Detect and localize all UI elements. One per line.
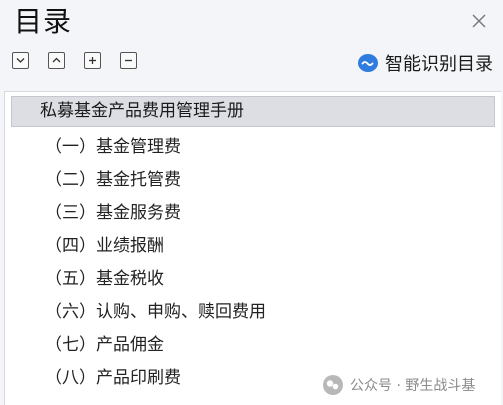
watermark: 公众号 · 野生战斗基 (322, 373, 475, 397)
toc-item[interactable]: （四）业绩报酬 (45, 234, 164, 258)
collapse-all-button[interactable] (12, 52, 29, 69)
wechat-official-account-icon (323, 375, 343, 395)
close-icon (472, 14, 486, 28)
toc-item[interactable]: （六）认购、申购、赎回费用 (45, 300, 266, 324)
panel-title: 目录 (14, 5, 73, 38)
smart-recognize-label: 智能识别目录 (385, 54, 493, 75)
toc-list: 私募基金产品费用管理手册 （一）基金管理费 （二）基金托管费 （三）基金服务费 … (4, 91, 501, 405)
toc-panel: 目录 智能识别目录 私募基金产品费用管理手册 （一）基金管理费 （二）基金托管费… (0, 0, 503, 405)
expand-all-button[interactable] (48, 52, 65, 69)
plus-icon (89, 57, 96, 64)
minus-icon (125, 59, 132, 62)
toc-item[interactable]: （三）基金服务费 (45, 201, 181, 225)
toc-root-item[interactable]: 私募基金产品费用管理手册 (11, 96, 495, 127)
toc-item[interactable]: （七）产品佣金 (45, 333, 164, 357)
toc-item[interactable]: （五）基金税收 (45, 267, 164, 291)
close-button[interactable] (470, 12, 488, 30)
watermark-text: 公众号 · 野生战斗基 (350, 378, 476, 394)
smart-recognize-button[interactable]: 智能识别目录 (357, 50, 493, 76)
toc-item[interactable]: （八）产品印刷费 (45, 366, 181, 390)
toc-item[interactable]: （二）基金托管费 (45, 168, 181, 192)
chevron-down-icon (16, 58, 25, 63)
chevron-up-icon (52, 57, 61, 63)
toc-item[interactable]: （一）基金管理费 (45, 135, 181, 159)
toc-root-label: 私募基金产品费用管理手册 (40, 101, 244, 121)
add-entry-button[interactable] (84, 52, 101, 69)
remove-entry-button[interactable] (120, 52, 137, 69)
ai-bubble-icon (358, 54, 378, 72)
